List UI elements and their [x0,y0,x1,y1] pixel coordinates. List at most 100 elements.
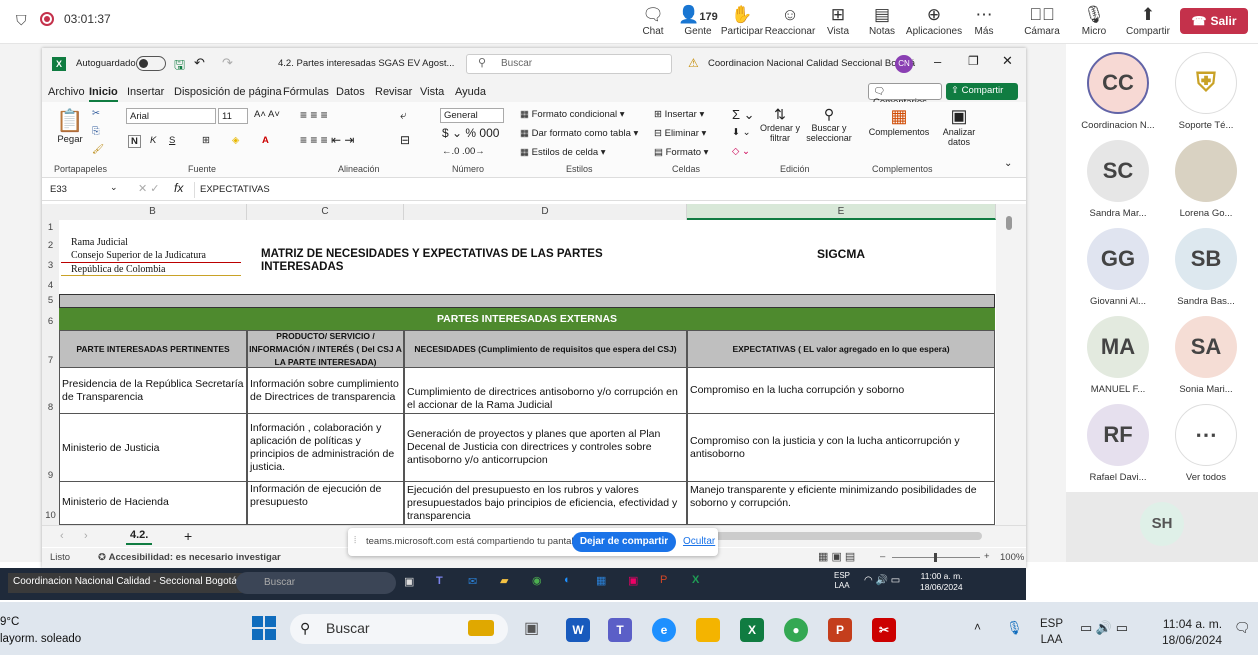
cut-icon[interactable]: ✂ [92,108,100,119]
row-header[interactable]: 5 [42,295,59,306]
row-header[interactable]: 9 [42,470,59,481]
menu-formulas[interactable]: Fórmulas [283,86,329,98]
stop-sharing-button[interactable]: Dejar de compartir [572,532,676,552]
edge-icon[interactable]: e [652,618,676,642]
teams-icon[interactable]: T [436,575,443,587]
table-cell[interactable]: Ministerio de Hacienda [59,482,247,525]
menu-datos[interactable]: Datos [336,86,365,98]
undo-icon[interactable]: ↶ [194,55,205,71]
raise-hand-button[interactable]: ✋ Participar [716,4,768,37]
table-cell[interactable]: Ministerio de Justicia [59,414,247,482]
row-header[interactable]: 6 [42,316,59,327]
copy-icon[interactable]: ⎘ [92,126,100,137]
bold-button[interactable]: N [128,135,141,148]
worksheet-grid[interactable]: Rama Judicial Consejo Superior de la Jud… [59,220,996,525]
language-indicator[interactable]: ESP LAA [1040,616,1063,648]
start-icon[interactable] [252,616,276,640]
save-icon[interactable]: 🖫 [174,56,185,78]
table-cell[interactable]: Información de ejecución de presupuesto [247,482,404,525]
merge-icon[interactable]: ⊟ [400,133,410,147]
row-header[interactable]: 10 [42,510,59,521]
language-indicator[interactable]: ESP LAA [834,571,850,591]
weather-widget[interactable]: 9°C layorm. soleado [0,614,81,648]
fx-icon[interactable]: fx [174,181,183,195]
sort-filter-button[interactable]: ⇅ Ordenar y filtrar [758,106,802,143]
task-view-icon[interactable]: ▣ [524,618,539,638]
zoom-level[interactable]: 100% [1000,552,1024,563]
table-cell[interactable]: Ejecución del presupuesto en los rubros … [404,482,687,525]
participant-tile[interactable]: SC Sandra Mar... [1074,140,1162,219]
file-name[interactable]: 4.2. Partes interesadas SGAS EV Agost... [278,58,454,69]
tray-chevron-icon[interactable]: ˄ [974,620,981,634]
folder-icon[interactable] [696,618,720,642]
participant-tile[interactable]: RF Rafael Davi... [1074,404,1162,483]
font-name-select[interactable]: Arial [126,108,216,124]
cancel-formula-icon[interactable]: ✕ ✓ [138,182,160,195]
zoom-slider[interactable] [892,553,980,562]
user-avatar[interactable]: CN [895,55,913,73]
table-cell[interactable]: Cumplimiento de directrices antisoborno … [404,368,687,414]
edge-icon[interactable]: ◐ [564,574,571,586]
minimize-icon[interactable]: – [934,54,941,69]
zoom-out-icon[interactable]: – [880,551,885,562]
table-cell[interactable]: Manejo transparente y eficiente minimiza… [687,482,995,525]
format-painter-icon[interactable]: 🖌 [92,144,104,155]
column-header[interactable]: E [687,204,996,220]
close-icon[interactable]: ✕ [1002,53,1013,69]
restore-icon[interactable]: ❐ [968,54,979,68]
row-header[interactable]: 3 [42,260,59,271]
scroll-thumb[interactable] [1006,216,1012,230]
zoom-in-icon[interactable]: + [984,551,990,562]
camera-button[interactable]: ▶⃠ Cámara [1016,4,1068,37]
cell-styles-button[interactable]: ▦ Estilos de celda ▾ [520,147,606,158]
underline-button[interactable]: S [169,135,175,146]
clear-icon[interactable]: ◇ ⌄ [732,146,750,157]
add-sheet-icon[interactable]: + [184,528,192,544]
number-format-select[interactable]: General [440,108,504,123]
delete-cells-button[interactable]: ⊟ Eliminar ▾ [654,128,706,139]
network-icon[interactable]: ▭ 🔊 ▭ [1080,620,1128,636]
collapse-ribbon-icon[interactable]: ⌄ [1004,158,1012,169]
react-button[interactable]: ☺ Reaccionar [764,4,816,37]
paste-button[interactable]: 📋 Pegar [52,108,88,145]
autosum-icon[interactable]: Σ ⌄ [732,107,755,123]
border-icon[interactable]: ⊞ [202,135,210,146]
menu-ayuda[interactable]: Ayuda [455,86,486,98]
participant-tile[interactable]: ⛨ Soporte Té... [1162,52,1250,131]
addins-button[interactable]: ▦ Complementos [868,106,930,137]
wifi-icon[interactable]: ◠ 🔊 ▭ [864,575,900,586]
formula-input[interactable]: EXPECTATIVAS [194,182,1014,198]
normal-view-icon[interactable]: ▦ ▣ ▤ [818,550,855,563]
apps-button[interactable]: ⊕ Aplicaciones [906,4,962,37]
app-icon[interactable]: ▣ [628,574,638,587]
table-cell[interactable]: Información sobre cumplimiento de Direct… [247,368,404,414]
participant-tile[interactable]: CC Coordinacion N... [1074,52,1162,131]
row-header[interactable]: 4 [42,280,59,291]
drag-handle-icon[interactable]: ⦙ [354,535,356,546]
wrap-text-icon[interactable]: ⤶ [400,108,407,123]
font-size-select[interactable]: 11 [218,108,248,124]
participant-tile[interactable]: SA Sonia Mari... [1162,316,1250,395]
hide-link[interactable]: Ocultar [683,536,715,547]
menu-inicio[interactable]: Inicio [89,86,118,102]
table-cell[interactable]: Generación de proyectos y planes que apo… [404,414,687,482]
italic-button[interactable]: K [150,135,156,146]
excel-share-button[interactable]: ⇪ Compartir [946,83,1018,100]
remote-search[interactable]: Buscar [236,572,396,594]
fill-color-icon[interactable]: ◈ [232,135,239,146]
autosave-toggle[interactable] [136,56,166,71]
powerpoint-icon[interactable]: P [828,618,852,642]
align-top-icon[interactable]: ≡ ≡ ≡ [300,108,328,122]
excel-taskbar-icon[interactable]: X [692,574,699,586]
menu-archivo[interactable]: Archivo [48,86,85,98]
format-cells-button[interactable]: ▤ Formato ▾ [654,147,708,158]
format-table-button[interactable]: ▦ Dar formato como tabla ▾ [520,128,638,139]
excel-icon[interactable]: X [740,618,764,642]
row-header[interactable]: 7 [42,355,59,366]
participant-tile[interactable]: SB Sandra Bas... [1162,228,1250,307]
vertical-scrollbar[interactable] [996,204,1026,525]
mail-icon[interactable]: ✉ [468,575,477,588]
task-view-icon[interactable]: ▣ [404,575,414,588]
remote-clock[interactable]: 11:00 a. m. 18/06/2024 [920,571,963,593]
participant-tile[interactable]: MA MANUEL F... [1074,316,1162,395]
